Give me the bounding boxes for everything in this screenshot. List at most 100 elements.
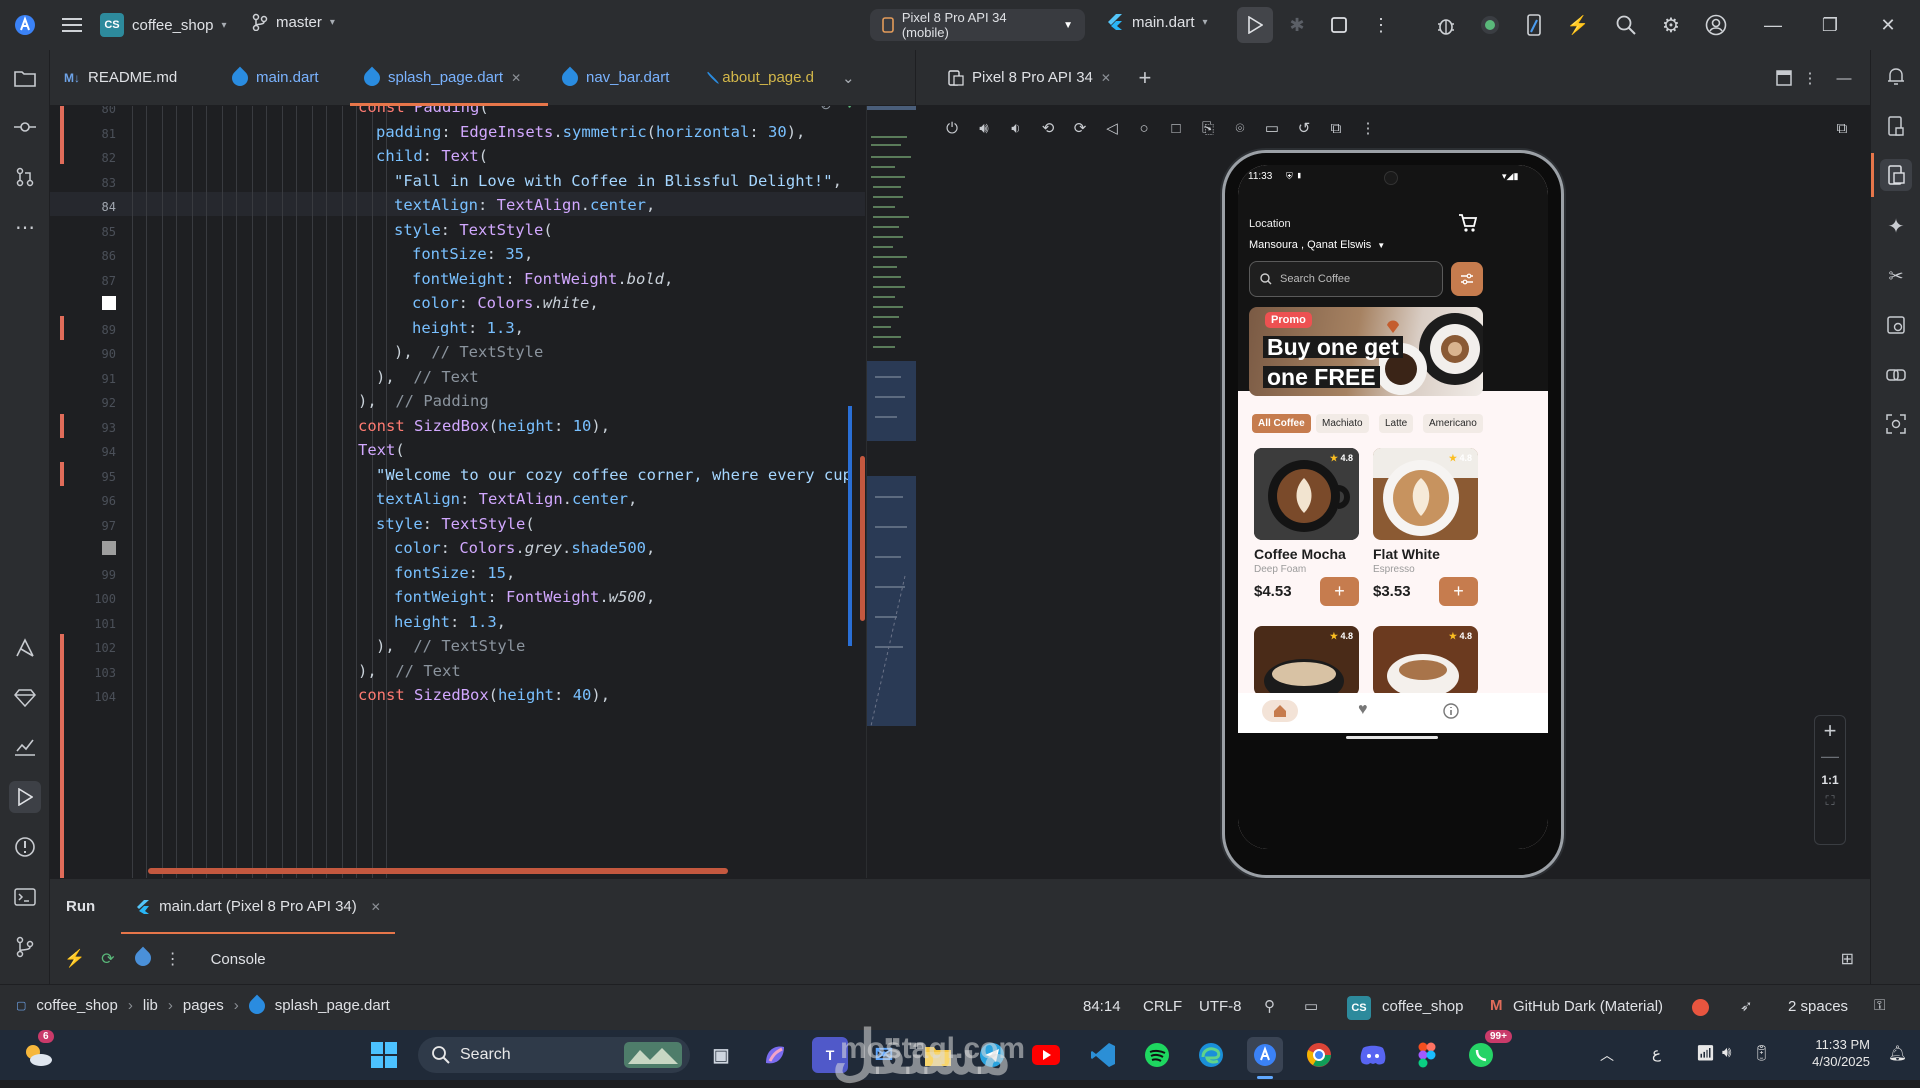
project-selector[interactable]: CS coffee_shop ▾ bbox=[100, 13, 227, 37]
clock[interactable]: 11:33 PM 4/30/2025 bbox=[1790, 1036, 1870, 1070]
color-swatch-grey[interactable] bbox=[102, 541, 116, 555]
chrome-icon[interactable] bbox=[1301, 1037, 1337, 1073]
android-studio-taskbar-icon[interactable] bbox=[1247, 1037, 1283, 1073]
run-panel-icon[interactable] bbox=[9, 781, 41, 813]
category-chip-all-coffee[interactable]: All Coffee bbox=[1252, 414, 1311, 433]
project-name[interactable]: coffee_shop bbox=[1382, 998, 1463, 1015]
reader-mode-eye-icon[interactable]: ⊘ bbox=[820, 106, 832, 113]
console-tab[interactable]: Console bbox=[211, 951, 266, 968]
close-tab-icon[interactable]: ✕ bbox=[371, 900, 381, 914]
code-minimap[interactable] bbox=[866, 106, 917, 878]
problems-icon[interactable] bbox=[9, 831, 41, 863]
task-view-icon[interactable]: ▣ bbox=[703, 1037, 739, 1073]
file-encoding[interactable]: UTF-8 bbox=[1199, 998, 1242, 1015]
more-vertical-icon[interactable]: ⋮ bbox=[1352, 112, 1384, 144]
running-devices-icon[interactable] bbox=[1880, 159, 1912, 191]
rotate-left-icon[interactable]: ⟲ bbox=[1032, 112, 1064, 144]
hide-panel-icon[interactable]: — bbox=[1828, 62, 1860, 94]
screen-capture-icon[interactable] bbox=[1880, 408, 1912, 440]
wifi-icon[interactable]: 📶︎ bbox=[1696, 1044, 1715, 1062]
color-swatch-white[interactable] bbox=[102, 296, 116, 310]
input-language[interactable]: ع bbox=[1652, 1044, 1661, 1062]
hot-reload-icon[interactable]: ⚡ bbox=[1560, 7, 1596, 43]
snapshot-icon[interactable]: ↺ bbox=[1288, 112, 1320, 144]
volume-icon[interactable]: 🔊︎ bbox=[1722, 1044, 1731, 1061]
home-icon[interactable]: ○ bbox=[1128, 112, 1160, 144]
vscode-icon[interactable] bbox=[1085, 1037, 1121, 1073]
zoom-in-icon[interactable]: + bbox=[1815, 718, 1845, 744]
promo-banner[interactable]: Promo Buy one get one FREE bbox=[1249, 307, 1483, 396]
breadcrumb-item[interactable]: splash_page.dart bbox=[275, 997, 390, 1014]
tab-splash-page[interactable]: splash_page.dart ✕ bbox=[350, 50, 548, 106]
comment-icon[interactable]: ▭ bbox=[1304, 997, 1318, 1015]
commit-icon[interactable] bbox=[9, 111, 41, 143]
horizontal-scrollbar[interactable] bbox=[148, 868, 728, 874]
location-selector[interactable]: Mansoura , Qanat Elswis ▼ bbox=[1249, 239, 1385, 251]
add-to-cart-plus-button[interactable]: + bbox=[1439, 577, 1478, 606]
main-menu-icon[interactable] bbox=[54, 7, 90, 43]
product-image[interactable]: ★ 4.8 bbox=[1254, 626, 1359, 696]
layout-toggle-icon[interactable]: ⊞ bbox=[1841, 949, 1854, 969]
tab-nav-bar[interactable]: nav_bar.dart bbox=[548, 50, 698, 106]
show-hidden-icons-chevron-icon[interactable]: ︿ bbox=[1600, 1045, 1614, 1065]
zoom-actual-size[interactable]: 1:1 bbox=[1815, 773, 1845, 787]
volume-down-icon[interactable]: 🔉︎ bbox=[1000, 112, 1032, 144]
youtube-icon[interactable] bbox=[1028, 1037, 1064, 1073]
more-vertical-icon[interactable]: ⋮ bbox=[1363, 7, 1399, 43]
tab-main-dart[interactable]: main.dart bbox=[218, 50, 350, 106]
app-inspection-icon[interactable]: ✂ bbox=[1880, 260, 1912, 292]
filter-button[interactable] bbox=[1451, 262, 1483, 296]
run-config-selector[interactable]: main.dart ▾ bbox=[1106, 13, 1208, 31]
mirror-icon[interactable]: ⧉ bbox=[1320, 112, 1352, 144]
project-folder-icon[interactable] bbox=[9, 62, 41, 94]
breadcrumb-item[interactable]: lib bbox=[143, 997, 158, 1014]
search-field[interactable]: Search Coffee bbox=[1249, 261, 1443, 297]
debug-icon[interactable]: ✱ bbox=[1279, 7, 1315, 43]
category-chip-machiato[interactable]: Machiato bbox=[1316, 414, 1369, 433]
screenshot-icon[interactable]: ⌾ bbox=[1224, 112, 1256, 144]
device-manager-link-icon[interactable] bbox=[1880, 359, 1912, 391]
close-tab-icon[interactable]: ✕ bbox=[1101, 71, 1111, 85]
volume-up-icon[interactable]: 🔊︎ bbox=[968, 112, 1000, 144]
add-device-plus-icon[interactable]: + bbox=[1129, 62, 1161, 94]
more-vertical-icon[interactable]: ⋮ bbox=[1794, 62, 1826, 94]
theme-name[interactable]: GitHub Dark (Material) bbox=[1513, 998, 1663, 1015]
figma-icon[interactable] bbox=[1409, 1037, 1445, 1073]
branch-selector[interactable]: master ▾ bbox=[252, 13, 335, 31]
version-control-icon[interactable] bbox=[9, 931, 41, 963]
back-icon[interactable]: ◁ bbox=[1096, 112, 1128, 144]
zoom-fit-icon[interactable]: ⛶ bbox=[1815, 793, 1845, 809]
device-manager-icon[interactable] bbox=[1472, 7, 1508, 43]
bug-settings-icon[interactable] bbox=[1428, 7, 1464, 43]
nav-info-icon[interactable] bbox=[1443, 703, 1459, 722]
read-only-lock-icon[interactable]: ⚲ bbox=[1264, 997, 1275, 1015]
error-indicator-dot[interactable] bbox=[1692, 999, 1709, 1016]
breadcrumb-item[interactable]: coffee_shop bbox=[36, 997, 117, 1014]
product-image-coffee-mocha[interactable]: ★ 4.8 bbox=[1254, 448, 1359, 540]
category-chip-americano[interactable]: Americano bbox=[1423, 414, 1483, 433]
unlock-icon[interactable]: ⚿ bbox=[1874, 997, 1885, 1014]
weather-icon[interactable] bbox=[20, 1037, 56, 1073]
gemini-sparkle-icon[interactable]: ✦ bbox=[1880, 210, 1912, 242]
dart-devtools-icon[interactable] bbox=[131, 946, 154, 969]
tab-about-page[interactable]: about_page.d bbox=[698, 50, 828, 106]
tab-run-main-dart[interactable]: main.dart (Pixel 8 Pro API 34) ✕ bbox=[121, 879, 395, 935]
search-icon[interactable] bbox=[1608, 7, 1644, 43]
caret-position[interactable]: 84:14 bbox=[1083, 998, 1121, 1015]
gem-icon[interactable] bbox=[9, 682, 41, 714]
android-studio-icon[interactable] bbox=[7, 7, 43, 43]
device-file-explorer-icon[interactable] bbox=[1880, 110, 1912, 142]
product-image[interactable]: ★ 4.8 bbox=[1373, 626, 1478, 696]
fold-icon[interactable]: ⎘ bbox=[1192, 112, 1224, 144]
rocket-icon[interactable]: ➶ bbox=[1740, 997, 1753, 1015]
tab-emulator[interactable]: Pixel 8 Pro API 34 ✕ bbox=[934, 50, 1125, 106]
run-icon[interactable] bbox=[1237, 7, 1273, 43]
screen-record-icon[interactable]: ▭ bbox=[1256, 112, 1288, 144]
restore-icon[interactable]: ❐ bbox=[1812, 7, 1848, 43]
add-to-cart-plus-button[interactable]: + bbox=[1320, 577, 1359, 606]
hot-reload-icon[interactable]: ⚡ bbox=[64, 949, 85, 969]
pull-requests-icon[interactable] bbox=[9, 161, 41, 193]
overview-icon[interactable]: □ bbox=[1160, 112, 1192, 144]
nav-home-icon[interactable] bbox=[1262, 700, 1298, 722]
breadcrumb-item[interactable]: pages bbox=[183, 997, 224, 1014]
